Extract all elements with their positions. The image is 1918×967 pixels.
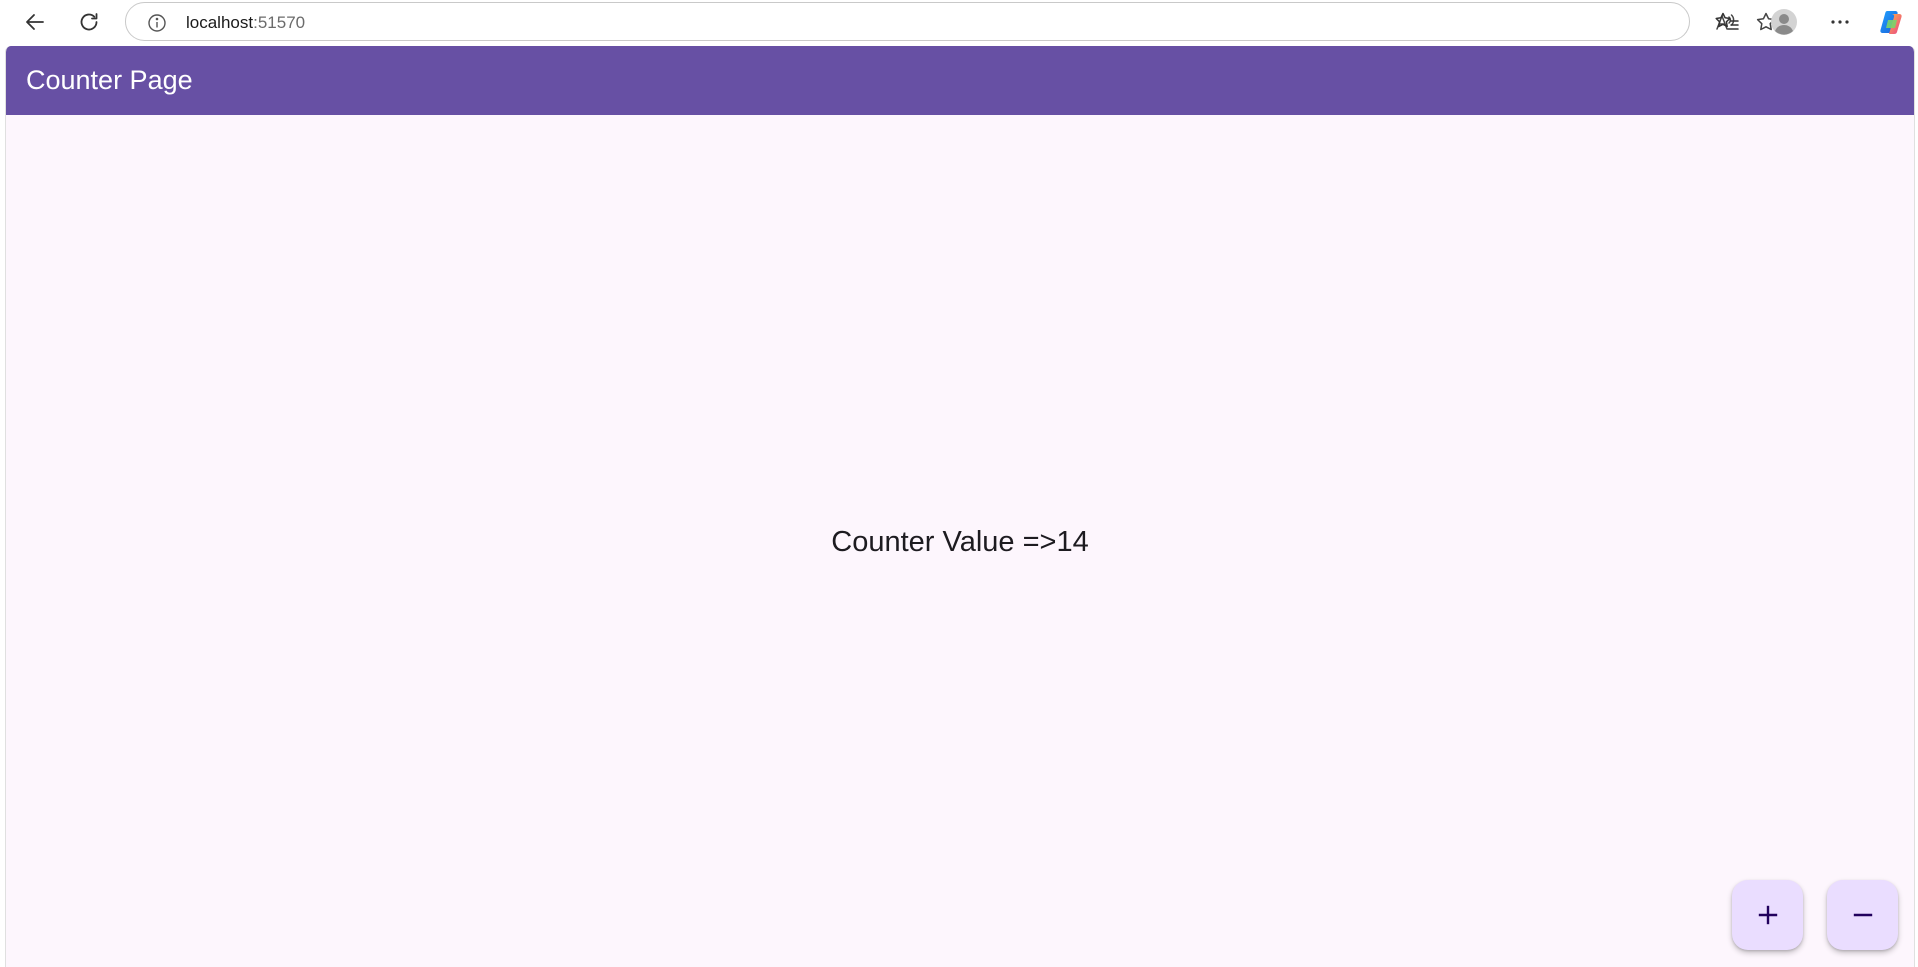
profile-button[interactable]: [1768, 6, 1800, 38]
back-arrow-icon: [26, 14, 44, 30]
refresh-icon: [80, 13, 98, 31]
increment-button[interactable]: [1732, 880, 1803, 950]
minus-icon: [1853, 913, 1872, 917]
info-icon: [148, 14, 166, 32]
address-bar[interactable]: localhost:51570: [125, 2, 1776, 41]
browser-toolbar: localhost:51570: [0, 0, 1918, 44]
copilot-button[interactable]: [1876, 6, 1908, 38]
favorites-list-icon: [1715, 12, 1739, 30]
plus-icon: [1758, 905, 1777, 925]
url-port: :51570: [253, 13, 306, 32]
url-host: localhost: [186, 13, 254, 32]
app-viewport: Counter Page Counter Value =>14: [5, 46, 1915, 967]
decrement-button[interactable]: [1827, 880, 1898, 950]
more-options-icon: [1831, 20, 1849, 24]
counter-value-text: Counter Value =>14: [831, 526, 1089, 558]
page-title: Counter Page: [26, 65, 193, 95]
copilot-icon: [1880, 11, 1902, 34]
back-button[interactable]: [19, 6, 51, 38]
site-info-button[interactable]: [146, 12, 168, 34]
url-text[interactable]: localhost:51570: [186, 12, 305, 33]
app-bar: Counter Page: [6, 46, 1914, 115]
favorites-button[interactable]: [1711, 6, 1743, 38]
more-options-button[interactable]: [1824, 6, 1856, 38]
profile-icon: [1771, 9, 1797, 35]
refresh-button[interactable]: [73, 6, 105, 38]
